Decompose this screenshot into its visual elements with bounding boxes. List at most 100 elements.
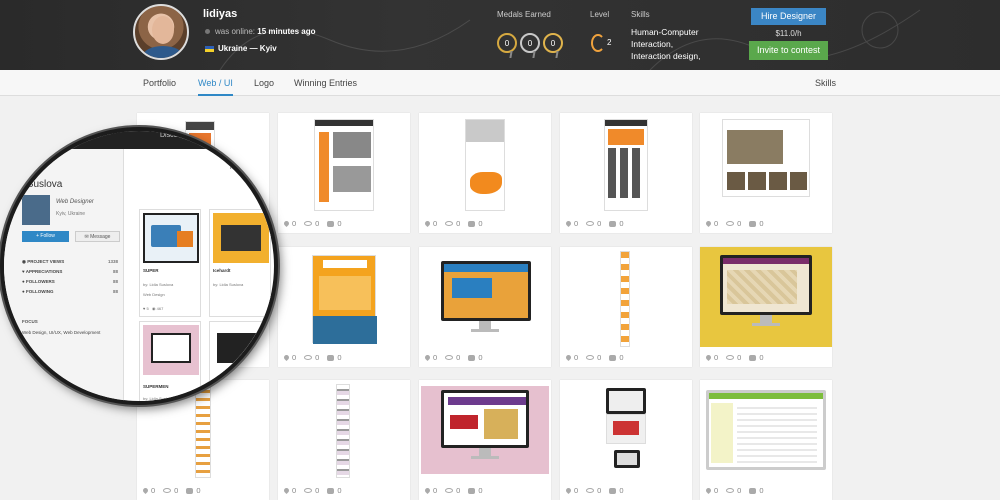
comments-count: 0 bbox=[609, 486, 624, 495]
avatar[interactable] bbox=[133, 4, 189, 60]
mag-message-button: ✉ Message bbox=[75, 231, 120, 242]
project-thumbnail[interactable] bbox=[278, 247, 410, 347]
portfolio-card[interactable]: 000 bbox=[419, 113, 551, 233]
views-count: 0 bbox=[304, 353, 319, 362]
hire-designer-button[interactable]: Hire Designer bbox=[751, 8, 826, 25]
portfolio-card[interactable]: 000 bbox=[560, 247, 692, 367]
mag-focus-label: FOCUS bbox=[22, 319, 38, 324]
tab-web-ui[interactable]: Web / UI bbox=[198, 70, 233, 96]
comment-icon bbox=[186, 487, 194, 494]
eye-icon bbox=[586, 221, 595, 226]
eye-icon bbox=[163, 488, 172, 493]
mag-project-card: ЛОБ bbox=[209, 321, 271, 401]
online-status: was online: 15 minutes ago bbox=[205, 27, 316, 36]
project-thumbnail[interactable] bbox=[700, 113, 832, 213]
portfolio-card[interactable]: 000 bbox=[278, 113, 410, 233]
mag-discover-link: Discover bbox=[160, 132, 188, 139]
views-count: 0 bbox=[726, 219, 741, 228]
status-dot-icon bbox=[205, 29, 210, 35]
mag-project-card: Icehardt by: Lidia Suslova bbox=[209, 209, 271, 317]
likes-count: 0 bbox=[704, 486, 718, 495]
heart-icon bbox=[423, 486, 432, 495]
views-count: 0 bbox=[445, 486, 460, 495]
card-stats: 000 bbox=[564, 486, 624, 495]
comment-icon bbox=[749, 354, 757, 361]
project-thumbnail[interactable] bbox=[700, 247, 832, 347]
comments-count: 0 bbox=[749, 486, 764, 495]
eye-icon bbox=[304, 355, 313, 360]
eye-icon bbox=[304, 221, 313, 226]
bronze-medal-icon: 0 bbox=[543, 33, 563, 53]
card-stats: 000 bbox=[704, 353, 764, 362]
likes-count: 0 bbox=[564, 219, 578, 228]
heart-icon bbox=[282, 219, 291, 228]
portfolio-card[interactable]: 000 bbox=[278, 380, 410, 500]
comment-icon bbox=[468, 354, 476, 361]
views-count: 0 bbox=[304, 219, 319, 228]
profile-header: lidiyas was online: 15 minutes ago Ukrai… bbox=[0, 0, 1000, 70]
portfolio-card[interactable]: 000 bbox=[560, 380, 692, 500]
project-thumbnail[interactable] bbox=[560, 113, 692, 213]
comments-count: 0 bbox=[327, 353, 342, 362]
comments-count: 0 bbox=[327, 219, 342, 228]
likes-count: 0 bbox=[704, 219, 718, 228]
heart-icon bbox=[282, 353, 291, 362]
portfolio-card[interactable]: 000 bbox=[560, 113, 692, 233]
heart-icon bbox=[564, 353, 573, 362]
comments-count: 0 bbox=[749, 353, 764, 362]
card-stats: 000 bbox=[704, 219, 764, 228]
mag-role: Web Designer bbox=[56, 199, 94, 205]
project-thumbnail[interactable] bbox=[278, 113, 410, 213]
eye-icon bbox=[586, 355, 595, 360]
likes-count: 0 bbox=[564, 353, 578, 362]
likes-count: 0 bbox=[704, 353, 718, 362]
gold-medal-icon: 0 bbox=[497, 33, 517, 53]
card-stats: 000 bbox=[282, 486, 342, 495]
portfolio-card[interactable]: 000 bbox=[278, 247, 410, 367]
comments-count: 0 bbox=[468, 219, 483, 228]
portfolio-card[interactable]: 000 bbox=[700, 380, 832, 500]
likes-count: 0 bbox=[423, 353, 437, 362]
project-thumbnail[interactable] bbox=[560, 380, 692, 480]
project-thumbnail[interactable] bbox=[700, 380, 832, 480]
portfolio-card[interactable]: 000 bbox=[419, 247, 551, 367]
heart-icon bbox=[564, 219, 573, 228]
project-thumbnail[interactable] bbox=[278, 380, 410, 480]
tab-logo[interactable]: Logo bbox=[254, 70, 274, 96]
tab-winning-entries[interactable]: Winning Entries bbox=[294, 70, 357, 96]
mag-web-label: WEB bbox=[22, 353, 33, 358]
project-thumbnail[interactable] bbox=[419, 247, 551, 347]
card-stats: 000 bbox=[704, 486, 764, 495]
username[interactable]: lidiyas bbox=[203, 8, 237, 20]
mag-project-card: SUPER by: Lidia Suslova Web Design ♥ 5 ◉… bbox=[139, 209, 201, 317]
eye-icon bbox=[726, 355, 735, 360]
views-count: 0 bbox=[586, 353, 601, 362]
views-count: 0 bbox=[163, 486, 178, 495]
heart-icon bbox=[282, 486, 291, 495]
project-thumbnail[interactable] bbox=[419, 113, 551, 213]
comment-icon bbox=[327, 220, 335, 227]
location: Ukraine — Kyiv bbox=[205, 44, 277, 53]
comments-count: 0 bbox=[186, 486, 201, 495]
views-count: 0 bbox=[304, 486, 319, 495]
views-count: 0 bbox=[726, 486, 741, 495]
card-stats: 000 bbox=[423, 486, 483, 495]
skills-link[interactable]: Skills bbox=[815, 70, 836, 96]
portfolio-card[interactable]: 000 bbox=[700, 247, 832, 367]
portfolio-card[interactable]: 000 bbox=[700, 113, 832, 233]
mag-stat-views: ◉ PROJECT VIEWS 1338 bbox=[22, 259, 118, 264]
views-count: 0 bbox=[586, 486, 601, 495]
project-thumbnail[interactable] bbox=[560, 247, 692, 347]
medals: 0 0 0 bbox=[497, 33, 563, 53]
eye-icon bbox=[445, 355, 454, 360]
skills-label: Skills bbox=[631, 10, 650, 19]
mag-focus-text: Web Design, UI/UX, Web Development bbox=[22, 330, 101, 335]
invite-to-contest-button[interactable]: Invite to contest bbox=[749, 41, 828, 60]
likes-count: 0 bbox=[141, 486, 155, 495]
eye-icon bbox=[445, 488, 454, 493]
mag-project-card: SUPERMEN by: Lidia Suslova bbox=[139, 321, 201, 401]
level-badge: 2 bbox=[591, 34, 611, 52]
tab-portfolio[interactable]: Portfolio bbox=[143, 70, 176, 96]
portfolio-card[interactable]: 000 bbox=[419, 380, 551, 500]
project-thumbnail[interactable] bbox=[419, 380, 551, 480]
